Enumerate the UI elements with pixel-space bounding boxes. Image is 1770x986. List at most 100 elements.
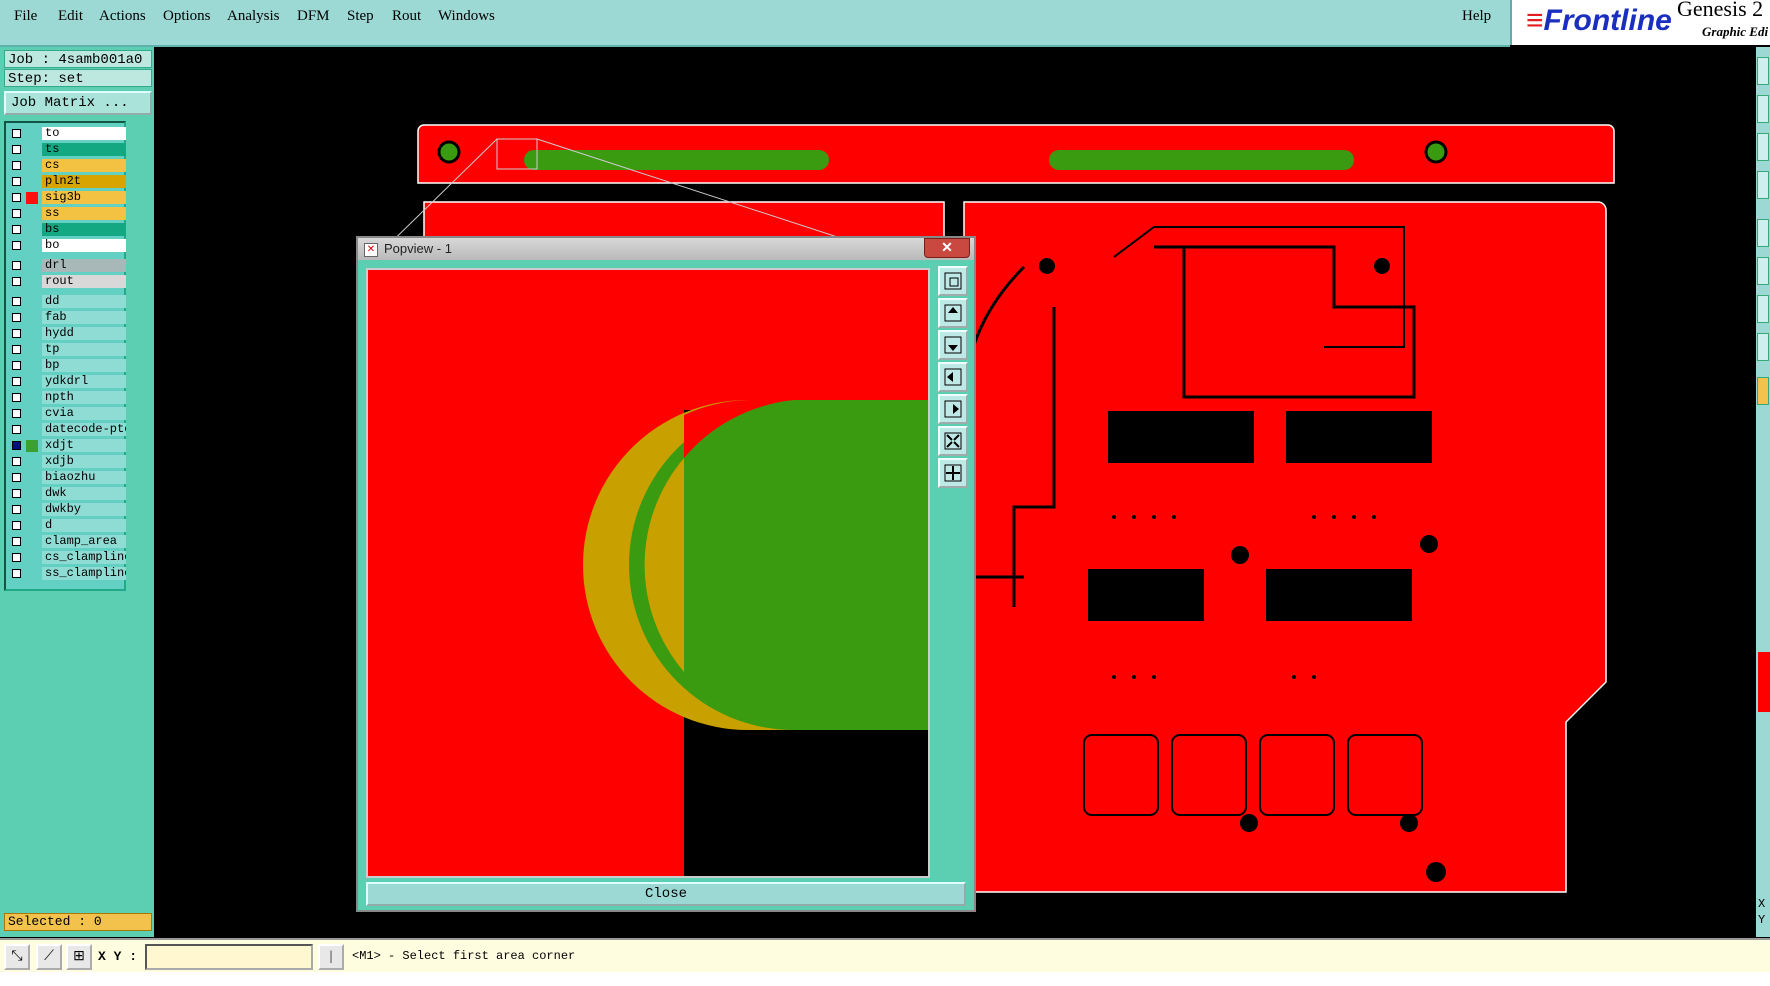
layer-name[interactable]: ss_clampline — [42, 567, 126, 580]
layer-checkbox[interactable] — [12, 473, 21, 482]
layer-checkbox[interactable] — [12, 329, 21, 338]
layer-name[interactable]: bo — [42, 239, 126, 252]
layer-checkbox[interactable] — [12, 297, 21, 306]
layer-name[interactable]: dd — [42, 295, 126, 308]
layer-checkbox[interactable] — [12, 277, 21, 286]
right-tool-8[interactable] — [1757, 333, 1769, 361]
menu-windows[interactable]: Windows — [438, 8, 495, 25]
layer-name[interactable]: ss — [42, 207, 126, 220]
layer-name[interactable]: sig3b — [42, 191, 126, 204]
layer-checkbox[interactable] — [12, 441, 21, 450]
popview-tool-pan-down[interactable] — [938, 330, 968, 360]
layer-name[interactable]: d — [42, 519, 126, 532]
right-tool-9[interactable] — [1757, 377, 1769, 405]
menu-file[interactable]: File — [14, 8, 37, 25]
layer-row-npth[interactable]: npth — [8, 391, 126, 405]
layer-name[interactable]: hydd — [42, 327, 126, 340]
layer-name[interactable]: bp — [42, 359, 126, 372]
layer-row-to[interactable]: to — [8, 127, 126, 141]
layer-name[interactable]: xdjt — [42, 439, 126, 452]
popview-close-button[interactable]: Close — [366, 882, 966, 906]
popview-tool-pan-up[interactable] — [938, 298, 968, 328]
layer-row-biaozhu[interactable]: biaozhu — [8, 471, 126, 485]
measure-icon[interactable]: ⟋ — [36, 944, 62, 970]
layer-row-xdjb[interactable]: xdjb — [8, 455, 126, 469]
layer-checkbox[interactable] — [12, 569, 21, 578]
layer-name[interactable]: ts — [42, 143, 126, 156]
layer-name[interactable]: dwkby — [42, 503, 126, 516]
layer-checkbox[interactable] — [12, 209, 21, 218]
right-tool-1[interactable] — [1757, 57, 1769, 85]
layer-name[interactable]: xdjb — [42, 455, 126, 468]
right-tool-6[interactable] — [1757, 257, 1769, 285]
layer-name[interactable]: cvia — [42, 407, 126, 420]
layer-row-datecode-pte[interactable]: datecode-pte — [8, 423, 126, 437]
layer-name[interactable]: to — [42, 127, 126, 140]
layer-row-rout[interactable]: rout — [8, 275, 126, 289]
layer-name[interactable]: rout — [42, 275, 126, 288]
layer-row-ss_clampline[interactable]: ss_clampline — [8, 567, 126, 581]
layer-name[interactable]: drl — [42, 259, 126, 272]
layer-checkbox[interactable] — [12, 241, 21, 250]
menu-dfm[interactable]: DFM — [297, 8, 330, 25]
menu-actions[interactable]: Actions — [99, 8, 146, 25]
popview-tool-pan-right[interactable] — [938, 394, 968, 424]
popview-tool-zoom-window[interactable] — [938, 266, 968, 296]
layer-checkbox[interactable] — [12, 425, 21, 434]
layer-name[interactable]: cs_clampline — [42, 551, 126, 564]
layer-checkbox[interactable] — [12, 145, 21, 154]
layer-checkbox[interactable] — [12, 457, 21, 466]
layer-checkbox[interactable] — [12, 505, 21, 514]
layer-checkbox[interactable] — [12, 537, 21, 546]
right-tool-4[interactable] — [1757, 171, 1769, 199]
popview-canvas[interactable] — [366, 268, 930, 878]
grid-icon[interactable]: ⊞ — [66, 944, 92, 970]
layer-name[interactable]: npth — [42, 391, 126, 404]
layer-row-xdjt[interactable]: xdjt — [8, 439, 126, 453]
layer-row-dd[interactable]: dd — [8, 295, 126, 309]
layer-checkbox[interactable] — [12, 129, 21, 138]
layer-row-cvia[interactable]: cvia — [8, 407, 126, 421]
popview-tool-zoom-out[interactable] — [938, 458, 968, 488]
layer-row-clamp_area[interactable]: clamp_area — [8, 535, 126, 549]
select-arrow-icon[interactable]: ⤡ — [4, 944, 30, 970]
layer-checkbox[interactable] — [12, 225, 21, 234]
layer-row-ss[interactable]: ss — [8, 207, 126, 221]
layer-row-sig3b[interactable]: sig3b — [8, 191, 126, 205]
menu-rout[interactable]: Rout — [392, 8, 421, 25]
layer-name[interactable]: pln2t — [42, 175, 126, 188]
menu-edit[interactable]: Edit — [58, 8, 83, 25]
layer-checkbox[interactable] — [12, 377, 21, 386]
layer-checkbox[interactable] — [12, 409, 21, 418]
menu-options[interactable]: Options — [163, 8, 211, 25]
layer-row-bp[interactable]: bp — [8, 359, 126, 373]
right-tool-7[interactable] — [1757, 295, 1769, 323]
layer-name[interactable]: ydkdrl — [42, 375, 126, 388]
layer-checkbox[interactable] — [12, 489, 21, 498]
layer-name[interactable]: cs — [42, 159, 126, 172]
layer-row-tp[interactable]: tp — [8, 343, 126, 357]
layer-checkbox[interactable] — [12, 193, 21, 202]
layer-checkbox[interactable] — [12, 393, 21, 402]
layer-row-bs[interactable]: bs — [8, 223, 126, 237]
layer-row-pln2t[interactable]: pln2t — [8, 175, 126, 189]
layer-checkbox[interactable] — [12, 161, 21, 170]
layer-name[interactable]: datecode-pte — [42, 423, 126, 436]
layer-row-dwk[interactable]: dwk — [8, 487, 126, 501]
layer-name[interactable]: bs — [42, 223, 126, 236]
menu-step[interactable]: Step — [347, 8, 374, 25]
popview-tool-pan-left[interactable] — [938, 362, 968, 392]
layer-row-fab[interactable]: fab — [8, 311, 126, 325]
popview-tool-zoom-in[interactable] — [938, 426, 968, 456]
right-tool-2[interactable] — [1757, 95, 1769, 123]
right-tool-3[interactable] — [1757, 133, 1769, 161]
layer-name[interactable]: dwk — [42, 487, 126, 500]
layer-row-drl[interactable]: drl — [8, 259, 126, 273]
layer-row-cs[interactable]: cs — [8, 159, 126, 173]
text-cursor-icon[interactable]: | — [318, 944, 344, 970]
layer-row-bo[interactable]: bo — [8, 239, 126, 253]
layer-checkbox[interactable] — [12, 261, 21, 270]
job-matrix-button[interactable]: Job Matrix ... — [4, 91, 152, 115]
layer-checkbox[interactable] — [12, 553, 21, 562]
layer-checkbox[interactable] — [12, 361, 21, 370]
